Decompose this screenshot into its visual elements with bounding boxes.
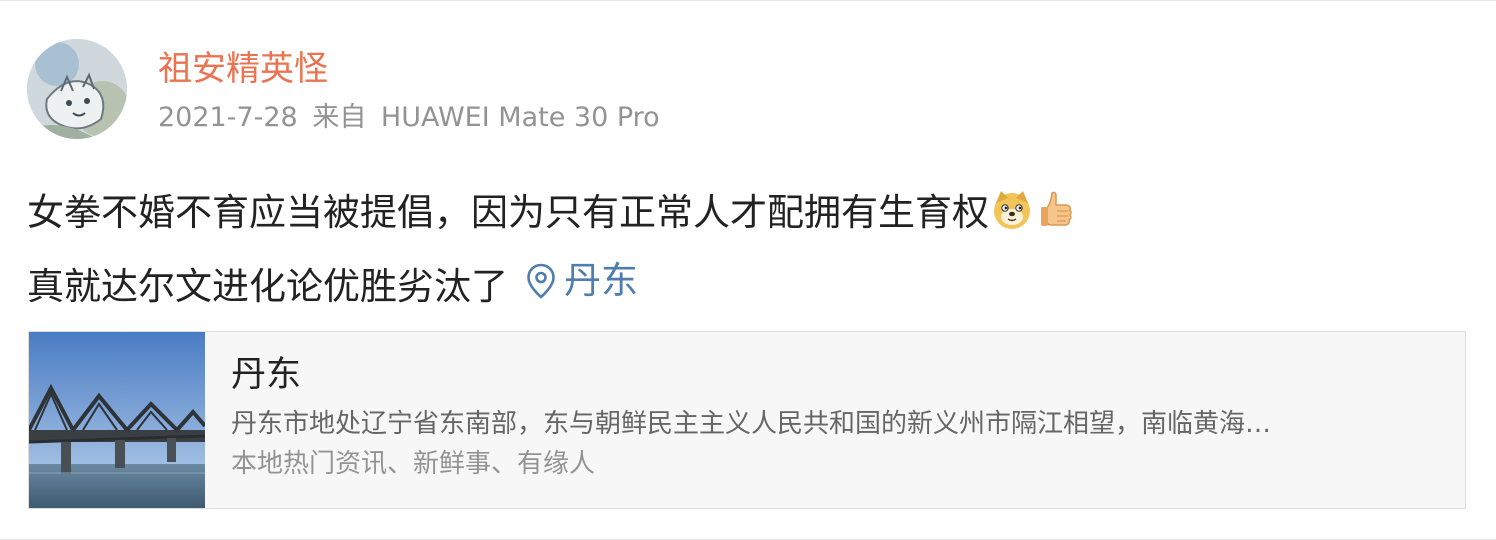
post-text-1: 女拳不婚不育应当被提倡，因为只有正常人才配拥有生育权	[27, 191, 989, 234]
post-content: 女拳不婚不育应当被提倡，因为只有正常人才配拥有生育权 真就达尔文进化论优胜劣汰了	[27, 179, 1447, 321]
location-label: 丹东	[564, 259, 638, 302]
doge-emoji-icon	[994, 191, 1030, 229]
post-date: 2021-7-28	[158, 102, 298, 133]
avatar-image	[27, 39, 127, 139]
username[interactable]: 祖安精英怪	[158, 47, 328, 91]
source-prefix: 来自	[312, 102, 367, 133]
location-card[interactable]: 丹东 丹东市地处辽宁省东南部，东与朝鲜民主主义人民共和国的新义州市隔江相望，南临…	[28, 331, 1466, 509]
location-card-thumbnail	[29, 332, 205, 508]
location-card-subtitle: 本地热门资讯、新鲜事、有缘人	[231, 449, 596, 479]
location-card-body: 丹东 丹东市地处辽宁省东南部，东与朝鲜民主主义人民共和国的新义州市隔江相望，南临…	[205, 332, 1425, 508]
location-link[interactable]: 丹东	[526, 247, 638, 315]
location-card-description: 丹东市地处辽宁省东南部，东与朝鲜民主主义人民共和国的新义州市隔江相望，南临黄海…	[231, 409, 1272, 439]
post-text-line-1: 女拳不婚不育应当被提倡，因为只有正常人才配拥有生育权	[27, 179, 1447, 247]
avatar[interactable]	[27, 39, 127, 139]
thumbs-up-emoji-icon	[1041, 191, 1072, 226]
bridge-photo-image	[29, 332, 205, 508]
post-text-2: 真就达尔文进化论优胜劣汰了	[27, 265, 508, 308]
location-pin-icon	[527, 263, 555, 299]
weibo-post: 祖安精英怪 2021-7-28 来自 HUAWEI Mate 30 Pro 女拳…	[0, 0, 1496, 540]
post-text-line-2: 真就达尔文进化论优胜劣汰了 丹东	[27, 247, 1447, 321]
post-meta: 2021-7-28 来自 HUAWEI Mate 30 Pro	[158, 101, 660, 135]
location-card-title: 丹东	[231, 355, 302, 395]
source-device[interactable]: HUAWEI Mate 30 Pro	[381, 102, 660, 133]
